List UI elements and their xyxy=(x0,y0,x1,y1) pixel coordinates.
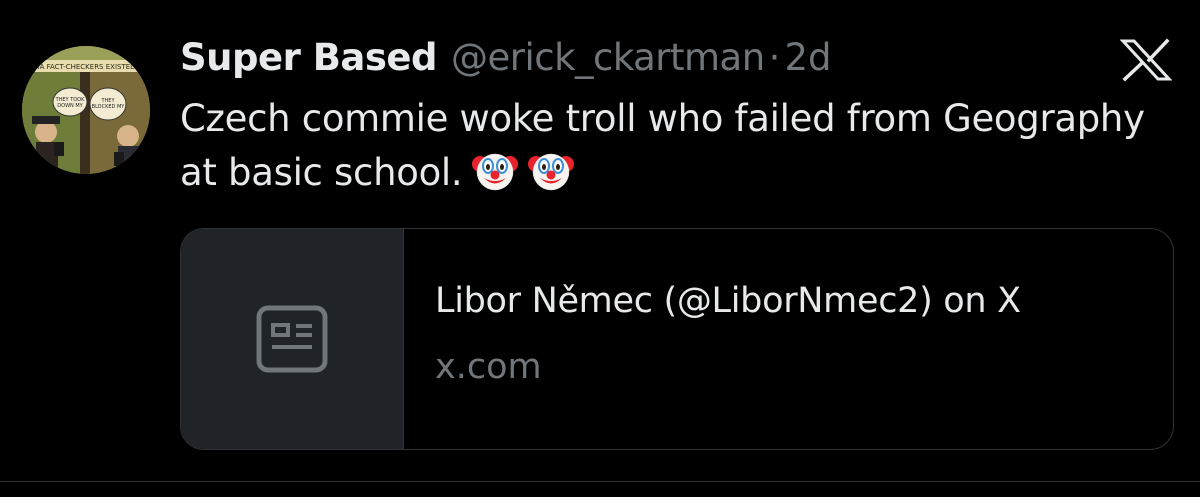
user-handle[interactable]: @erick_ckartman xyxy=(451,30,765,86)
clown-face-icon xyxy=(472,147,519,193)
separator-dot: · xyxy=(768,36,781,79)
avatar-banner-text: SOCIAL MEDIA FACT-CHECKERS EXISTED BACK … xyxy=(22,63,150,71)
link-preview-card[interactable]: Libor Němec (@LiborNmec2) on X x.com xyxy=(180,228,1174,450)
article-icon xyxy=(256,305,328,373)
tweet-text: Czech commie woke troll who failed from … xyxy=(180,92,1160,200)
avatar[interactable]: SOCIAL MEDIA FACT-CHECKERS EXISTED BACK … xyxy=(22,46,150,174)
svg-text:BLOCKED MY: BLOCKED MY xyxy=(92,104,126,110)
tweet-header: Super Based @erick_ckartman · 2d xyxy=(180,30,831,86)
timestamp[interactable]: 2d xyxy=(784,30,831,86)
display-name[interactable]: Super Based xyxy=(180,30,437,86)
card-title: Libor Němec (@LiborNmec2) on X xyxy=(435,281,1021,321)
cartoon-avatar-image: SOCIAL MEDIA FACT-CHECKERS EXISTED BACK … xyxy=(22,46,150,174)
clown-face-icon xyxy=(528,147,575,193)
tweet-body: Czech commie woke troll who failed from … xyxy=(180,97,1145,194)
card-thumbnail xyxy=(181,229,404,449)
svg-text:DOWN MY: DOWN MY xyxy=(57,103,83,109)
divider xyxy=(0,481,1200,482)
card-domain: x.com xyxy=(435,347,542,387)
x-logo-close-icon[interactable] xyxy=(1119,38,1173,82)
